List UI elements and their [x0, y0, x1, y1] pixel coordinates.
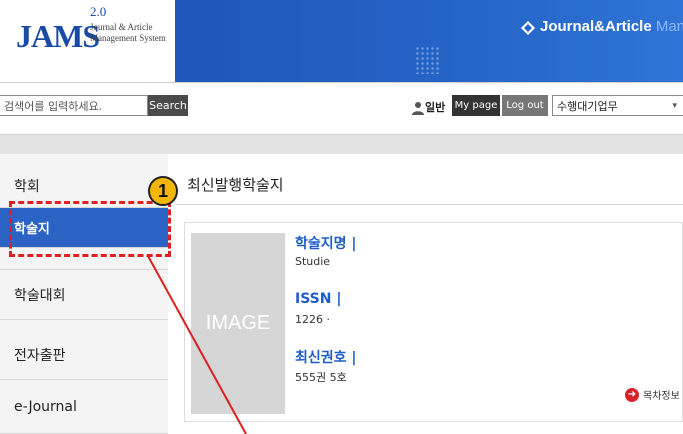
logo-subtitle-2: Management System: [90, 33, 166, 43]
journal-name-value: Studie: [295, 255, 331, 268]
arrow-right-icon: ➜: [625, 387, 639, 402]
diamond-icon: [521, 21, 535, 35]
banner-title: Journal&Article Manager: [540, 18, 683, 35]
logo-version: 2.0: [90, 4, 107, 19]
issn-label[interactable]: ISSN |: [295, 291, 341, 307]
latest-issue-label[interactable]: 최신권호 |: [295, 347, 357, 367]
mypage-button[interactable]: My page: [452, 95, 500, 116]
sidebar: 학회 학술지 학술대회 전자출판 e-Journal: [0, 154, 168, 434]
user-role-label: 일반: [425, 101, 446, 114]
app-header: JAMS 2.0 Journal & Article Management Sy…: [0, 0, 683, 82]
sidebar-item-conference[interactable]: 학술대회: [0, 270, 168, 320]
task-select[interactable]: 수행대기업무 ▾: [552, 95, 683, 116]
toc-link-label: 목차정보: [643, 391, 680, 402]
sidebar-item-label: 학회: [14, 178, 40, 195]
top-toolbar: 검색어를 입력하세요. Search 일반 My page Log out 수행…: [0, 82, 683, 122]
banner-title-main: Journal&Article: [540, 18, 652, 35]
sidebar-item-ejournal[interactable]: e-Journal: [0, 380, 168, 434]
sidebar-item-label: 학술대회: [14, 287, 66, 304]
search-button[interactable]: Search: [148, 95, 188, 116]
sidebar-item-epublishing[interactable]: 전자출판: [0, 330, 168, 380]
search-input[interactable]: 검색어를 입력하세요.: [0, 95, 148, 116]
latest-issue-value: 555권 5호: [295, 371, 347, 384]
journal-cover-image: IMAGE: [191, 233, 285, 414]
toc-link[interactable]: ➜ 목차정보: [625, 387, 680, 402]
sidebar-item-label: e-Journal: [14, 398, 77, 415]
highlight-box: [9, 201, 171, 257]
logo-text: JAMS: [16, 18, 100, 54]
journal-card: IMAGE 학술지명 | Studie ISSN | 1226 · 최신권호 |…: [184, 222, 683, 422]
logo-subtitle-1: Journal & Article: [90, 22, 153, 32]
header-banner: Journal&Article Manager: [175, 0, 683, 82]
user-icon: [412, 102, 424, 115]
banner-decoration: [415, 46, 439, 74]
logout-button[interactable]: Log out: [502, 95, 548, 116]
page-title: 최신발행학술지: [187, 176, 284, 194]
main-content: 최신발행학술지 IMAGE 학술지명 | Studie ISSN | 1226 …: [176, 154, 683, 434]
task-select-value: 수행대기업무: [557, 99, 618, 113]
logo[interactable]: JAMS 2.0 Journal & Article Management Sy…: [0, 0, 175, 82]
step-badge: 1: [148, 176, 178, 206]
sidebar-item-label: 전자출판: [14, 347, 66, 364]
separator-band: [0, 134, 683, 154]
issn-value: 1226 ·: [295, 313, 330, 326]
title-divider: [176, 204, 683, 205]
banner-title-suffix: Manager: [655, 18, 683, 35]
chevron-down-icon: ▾: [672, 100, 677, 111]
journal-name-label[interactable]: 학술지명 |: [295, 233, 357, 253]
